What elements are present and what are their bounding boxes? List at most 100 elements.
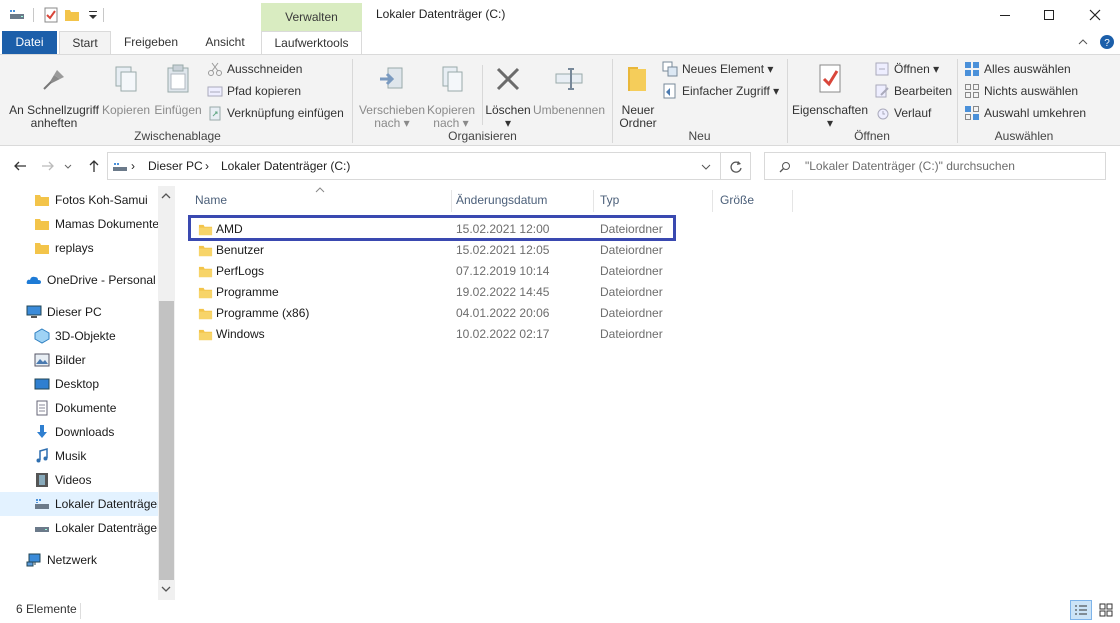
forward-arrow-icon[interactable] — [40, 158, 56, 174]
nav-item-fotos-koh-samui[interactable]: Fotos Koh-Samui — [34, 188, 158, 212]
column-header-type[interactable]: Typ — [594, 186, 712, 214]
new-item-button[interactable]: Neues Element ▾ — [662, 59, 773, 79]
tab-verwalten-context[interactable]: Verwalten — [261, 3, 362, 31]
copy-path-button[interactable]: Pfad kopieren — [207, 81, 301, 101]
tab-ansicht[interactable]: Ansicht — [195, 31, 255, 54]
invert-selection-button[interactable]: Auswahl umkehren — [964, 103, 1086, 123]
new-item-icon — [662, 61, 678, 77]
minimize-button[interactable] — [982, 0, 1028, 30]
new-folder-button[interactable]: Neuer Ordner — [616, 59, 660, 130]
close-button[interactable] — [1072, 0, 1118, 30]
nav-item-videos[interactable]: Videos — [34, 468, 158, 492]
move-to-button[interactable]: Verschieben nach ▾ — [358, 59, 426, 130]
breadcrumb-dieser-pc[interactable]: Dieser PC — [148, 159, 203, 173]
nav-item-lokaler-datentraeger-c[interactable]: Lokaler Datenträger — [34, 492, 158, 516]
easy-access-label: Einfacher Zugriff — [682, 84, 770, 98]
drive-icon — [35, 527, 49, 532]
file-date: 19.02.2022 14:45 — [456, 285, 550, 299]
nav-label: Videos — [55, 473, 92, 487]
refresh-button[interactable] — [721, 152, 751, 180]
tab-laufwerktools[interactable]: Laufwerktools — [261, 31, 362, 54]
table-row[interactable]: Programme 19.02.2022 14:45 Dateiordner — [189, 282, 673, 303]
ribbon-tabs: Datei Start Freigeben Ansicht Laufwerkto… — [0, 31, 1120, 55]
tab-start[interactable]: Start — [59, 31, 111, 55]
column-header-name[interactable]: Name — [189, 186, 452, 214]
delete-button[interactable]: Löschen ▾ — [484, 59, 532, 130]
properties-icon[interactable] — [43, 7, 59, 23]
up-arrow-icon[interactable] — [86, 158, 102, 174]
back-arrow-icon[interactable] — [12, 158, 28, 174]
nav-item-3d-objekte[interactable]: 3D-Objekte — [34, 324, 158, 348]
nav-item-desktop[interactable]: Desktop — [34, 372, 158, 396]
nav-item-dieser-pc[interactable]: Dieser PC — [26, 300, 158, 324]
nav-scrollbar-thumb[interactable] — [159, 301, 174, 580]
file-date: 04.01.2022 20:06 — [456, 306, 550, 320]
explorer-window: Verwalten Lokaler Datenträger (C:) Datei… — [0, 0, 1120, 623]
address-history-dropdown-icon[interactable] — [701, 162, 711, 172]
nav-scrollbar[interactable] — [158, 186, 175, 600]
scroll-up-icon[interactable] — [161, 192, 171, 200]
new-item-label: Neues Element — [682, 62, 765, 76]
scroll-down-icon[interactable] — [161, 585, 171, 593]
file-type: Dateiordner — [600, 306, 663, 320]
paste-shortcut-icon — [209, 106, 221, 121]
recent-dropdown-icon[interactable] — [63, 158, 73, 174]
separator — [103, 8, 104, 22]
group-label-organize: Organisieren — [448, 129, 517, 143]
address-bar[interactable]: › Dieser PC › Lokaler Datenträger (C:) — [107, 152, 721, 180]
nav-item-onedrive[interactable]: OneDrive - Personal — [26, 268, 158, 292]
details-view-button[interactable] — [1070, 600, 1092, 620]
help-icon[interactable]: ? — [1099, 34, 1115, 50]
large-icons-view-button[interactable] — [1095, 600, 1117, 620]
nav-item-mamas-dokumente[interactable]: Mamas Dokumente — [34, 212, 158, 236]
column-header-date[interactable]: Änderungsdatum — [450, 186, 593, 214]
nav-item-replays[interactable]: replays — [34, 236, 158, 260]
tab-datei[interactable]: Datei — [2, 31, 57, 54]
nav-item-downloads[interactable]: Downloads — [34, 420, 158, 444]
paste-button[interactable]: Einfügen — [152, 59, 204, 117]
breadcrumb-separator[interactable]: › — [205, 159, 209, 173]
open-button[interactable]: Öffnen ▾ — [874, 59, 939, 79]
table-row[interactable]: PerfLogs 07.12.2019 10:14 Dateiordner — [189, 261, 673, 282]
nav-item-dokumente[interactable]: Dokumente — [34, 396, 158, 420]
breadcrumb-separator[interactable]: › — [131, 159, 135, 173]
history-button[interactable]: Verlauf — [874, 103, 931, 123]
new-folder-icon[interactable] — [64, 7, 80, 23]
file-name: PerfLogs — [216, 264, 265, 278]
separator — [33, 8, 34, 22]
drive-small-icon — [10, 10, 24, 19]
paste-shortcut-button[interactable]: Verknüpfung einfügen — [207, 103, 344, 123]
column-header-size[interactable]: Größe — [714, 186, 792, 214]
copy-to-button[interactable]: Kopieren nach ▾ — [426, 59, 476, 130]
select-none-button[interactable]: Nichts auswählen — [964, 81, 1078, 101]
minimize-icon — [1000, 15, 1010, 16]
select-all-button[interactable]: Alles auswählen — [964, 59, 1071, 79]
rename-button[interactable]: Umbenennen — [532, 59, 606, 117]
cut-button[interactable]: Ausschneiden — [207, 59, 302, 79]
column-separator[interactable] — [712, 190, 713, 212]
nav-item-netzwerk[interactable]: Netzwerk — [26, 548, 158, 572]
table-row[interactable]: Programme (x86) 04.01.2022 20:06 Dateiordn… — [189, 303, 673, 324]
properties-button[interactable]: Eigenschaften ▾ — [790, 59, 870, 130]
nav-item-lokaler-datentraeger[interactable]: Lokaler Datenträger — [34, 516, 158, 540]
search-icon — [779, 162, 790, 173]
maximize-icon — [1044, 10, 1054, 20]
table-row[interactable]: Benutzer 15.02.2021 12:05 Dateiordner — [189, 240, 673, 261]
close-icon — [1089, 9, 1101, 21]
maximize-button[interactable] — [1026, 0, 1072, 30]
edit-button[interactable]: Bearbeiten — [874, 81, 952, 101]
search-input[interactable]: "Lokaler Datenträger (C:)" durchsuchen — [764, 152, 1106, 180]
tab-freigeben[interactable]: Freigeben — [117, 31, 185, 54]
pin-quick-access-button[interactable]: An Schnellzugriff anheften — [8, 59, 100, 130]
column-separator[interactable] — [792, 190, 793, 212]
breadcrumb-drive-c[interactable]: Lokaler Datenträger (C:) — [221, 159, 350, 173]
nav-item-bilder[interactable]: Bilder — [34, 348, 158, 372]
customize-dropdown-icon[interactable] — [85, 7, 101, 23]
nav-item-musik[interactable]: Musik — [34, 444, 158, 468]
easy-access-button[interactable]: Einfacher Zugriff ▾ — [662, 81, 779, 101]
collapse-ribbon-icon[interactable] — [1077, 36, 1089, 48]
folder-icon — [198, 266, 213, 278]
table-row[interactable]: Windows 10.02.2022 02:17 Dateiordner — [189, 324, 673, 345]
nav-label: Netzwerk — [47, 553, 98, 567]
copy-button[interactable]: Kopieren — [102, 59, 150, 117]
